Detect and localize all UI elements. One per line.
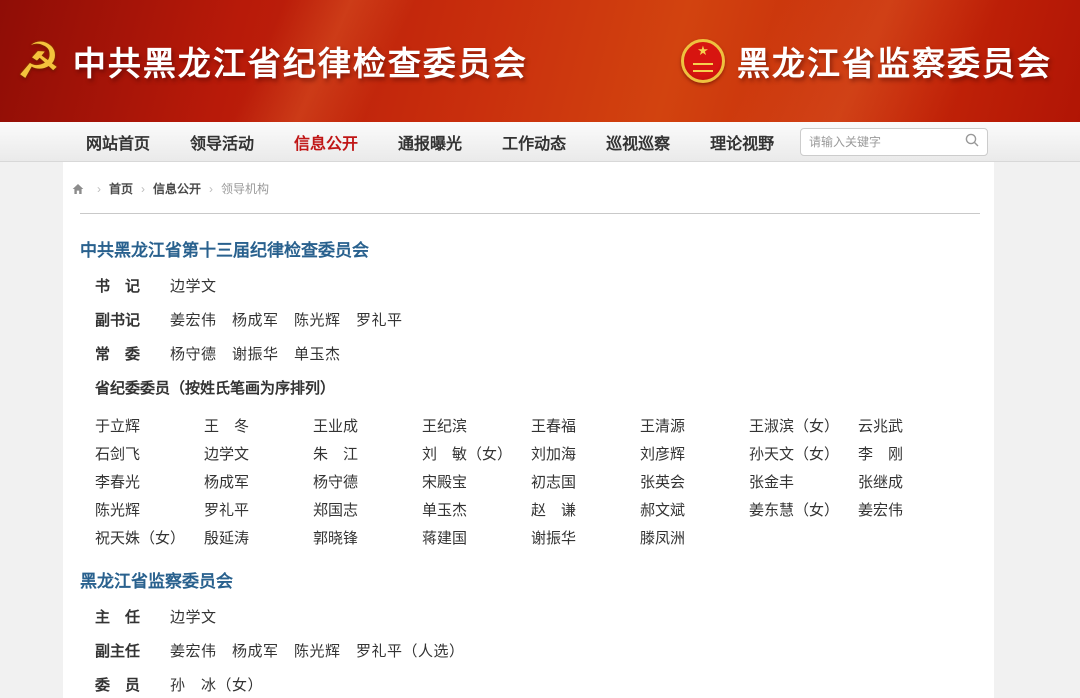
member-name: 刘彦辉 [640, 441, 749, 469]
member-name: 王清源 [640, 413, 749, 441]
cdi-site-title: 中共黑龙江省纪律检查委员会 [73, 37, 528, 85]
site-banner: ☭ 中共黑龙江省纪律检查委员会 ★ 黑龙江省监察委员会 [0, 0, 1080, 122]
member-name: 于立辉 [95, 413, 204, 441]
member-name: 王纪滨 [422, 413, 531, 441]
content-container: › 首页 › 信息公开 › 领导机构 中共黑龙江省第十三届纪 [63, 162, 994, 698]
member-name: 张金丰 [749, 469, 858, 497]
supervisory-section-title: 黑龙江省监察委员会 [80, 567, 994, 592]
member-name: 姜东慧（女） [749, 497, 858, 525]
official-row: 副书记 姜宏伟 杨成军 陈光辉 罗礼平 [95, 311, 994, 331]
member-name: 刘 敏（女） [422, 441, 531, 469]
member-name: 王业成 [313, 413, 422, 441]
member-name: 郝文斌 [640, 497, 749, 525]
search-box[interactable] [800, 128, 988, 156]
member-name: 王春福 [531, 413, 640, 441]
member-name: 云兆武 [858, 413, 967, 441]
nav-item[interactable]: 巡视巡察 [606, 130, 670, 154]
main-navbar: 网站首页 领导活动 信息公开 通报曝光 工作动态 巡视巡察 理论视野 [0, 122, 1080, 162]
member-name: 殷延涛 [204, 525, 313, 553]
nav-item[interactable]: 通报曝光 [398, 130, 462, 154]
home-icon[interactable] [72, 183, 84, 195]
member-name: 王淑滨（女） [749, 413, 858, 441]
member-name: 单玉杰 [422, 497, 531, 525]
breadcrumb-items: › 首页 › 信息公开 › 领导机构 [89, 180, 269, 197]
member-name: 罗礼平 [204, 497, 313, 525]
supervisory-brand[interactable]: ★ 黑龙江省监察委员会 [681, 37, 1052, 85]
cdi-brand[interactable]: ☭ 中共黑龙江省纪律检查委员会 [16, 36, 528, 86]
breadcrumb-divider [80, 213, 980, 214]
member-name: 石剑飞 [95, 441, 204, 469]
official-row: 委 员 孙 冰（女） [95, 676, 994, 696]
member-name: 郭晓锋 [313, 525, 422, 553]
supervisory-section: 黑龙江省监察委员会 主 任 边学文 副主任 姜宏伟 杨成军 陈光辉 罗礼平（人选… [63, 567, 994, 696]
breadcrumb: › 首页 › 信息公开 › 领导机构 [63, 162, 994, 211]
official-role-label: 副书记 [95, 311, 145, 331]
official-names: 杨守德 谢振华 单玉杰 [170, 345, 341, 365]
member-name: 李春光 [95, 469, 204, 497]
official-row: 书 记 边学文 [95, 277, 994, 297]
member-name: 蒋建国 [422, 525, 531, 553]
cdi-section-title: 中共黑龙江省第十三届纪律检查委员会 [80, 236, 994, 261]
breadcrumb-separator-icon: › [209, 182, 213, 196]
cdi-section: 中共黑龙江省第十三届纪律检查委员会 书 记 边学文 副书记 姜宏伟 杨成军 陈光… [63, 236, 994, 553]
official-names: 姜宏伟 杨成军 陈光辉 罗礼平 [170, 311, 403, 331]
member-name: 杨成军 [204, 469, 313, 497]
breadcrumb-separator-icon: › [97, 182, 101, 196]
member-name: 赵 谦 [531, 497, 640, 525]
member-name: 李 刚 [858, 441, 967, 469]
breadcrumb-item[interactable]: › 领导机构 [201, 180, 269, 197]
member-name: 祝天姝（女） [95, 525, 204, 553]
page-background: › 首页 › 信息公开 › 领导机构 中共黑龙江省第十三届纪 [0, 162, 1080, 698]
official-names: 边学文 [170, 608, 217, 628]
official-role-label: 主 任 [95, 608, 145, 628]
official-names: 姜宏伟 杨成军 陈光辉 罗礼平（人选） [170, 642, 465, 662]
official-row: 副主任 姜宏伟 杨成军 陈光辉 罗礼平（人选） [95, 642, 994, 662]
official-row: 常 委 杨守德 谢振华 单玉杰 [95, 345, 994, 365]
official-role-label: 常 委 [95, 345, 145, 365]
nav-items: 网站首页 领导活动 信息公开 通报曝光 工作动态 巡视巡察 理论视野 [0, 130, 774, 154]
party-emblem-icon: ☭ [16, 36, 61, 86]
member-name: 孙天文（女） [749, 441, 858, 469]
official-row: 主 任 边学文 [95, 608, 994, 628]
members-heading: 省纪委委员（按姓氏笔画为序排列） [95, 379, 994, 399]
nav-item[interactable]: 网站首页 [86, 130, 150, 154]
member-name: 张继成 [858, 469, 967, 497]
official-role-label: 委 员 [95, 676, 145, 696]
search-input[interactable] [809, 135, 964, 149]
nav-item[interactable]: 工作动态 [502, 130, 566, 154]
member-name: 张英会 [640, 469, 749, 497]
members-grid: 于立辉 王 冬 王业成 王纪滨 王春福 王清源 王淑滨（女） 云兆武 石剑飞 [95, 413, 994, 553]
supervisory-rows: 主 任 边学文 副主任 姜宏伟 杨成军 陈光辉 罗礼平（人选） 委 员 孙 冰（… [80, 608, 994, 696]
breadcrumb-item[interactable]: › 信息公开 [133, 180, 201, 197]
member-name: 初志国 [531, 469, 640, 497]
member-name: 边学文 [204, 441, 313, 469]
member-name: 王 冬 [204, 413, 313, 441]
official-role-label: 副主任 [95, 642, 145, 662]
member-name: 杨守德 [313, 469, 422, 497]
member-name: 陈光辉 [95, 497, 204, 525]
official-names: 孙 冰（女） [170, 676, 263, 696]
nav-item[interactable]: 领导活动 [190, 130, 254, 154]
cdi-rows: 书 记 边学文 副书记 姜宏伟 杨成军 陈光辉 罗礼平 常 委 杨守德 谢振华 … [80, 277, 994, 365]
nav-item[interactable]: 理论视野 [710, 130, 774, 154]
member-name: 宋殿宝 [422, 469, 531, 497]
breadcrumb-separator-icon: › [141, 182, 145, 196]
breadcrumb-item[interactable]: › 首页 [89, 180, 133, 197]
member-name: 滕凤洲 [640, 525, 749, 553]
member-name: 郑国志 [313, 497, 422, 525]
member-name: 刘加海 [531, 441, 640, 469]
official-names: 边学文 [170, 277, 217, 297]
supervisory-site-title: 黑龙江省监察委员会 [737, 37, 1052, 85]
search-icon[interactable] [964, 132, 980, 153]
nav-item[interactable]: 信息公开 [294, 130, 358, 154]
national-emblem-icon: ★ [681, 39, 725, 83]
member-name: 姜宏伟 [858, 497, 967, 525]
member-name: 朱 江 [313, 441, 422, 469]
member-name: 谢振华 [531, 525, 640, 553]
official-role-label: 书 记 [95, 277, 145, 297]
